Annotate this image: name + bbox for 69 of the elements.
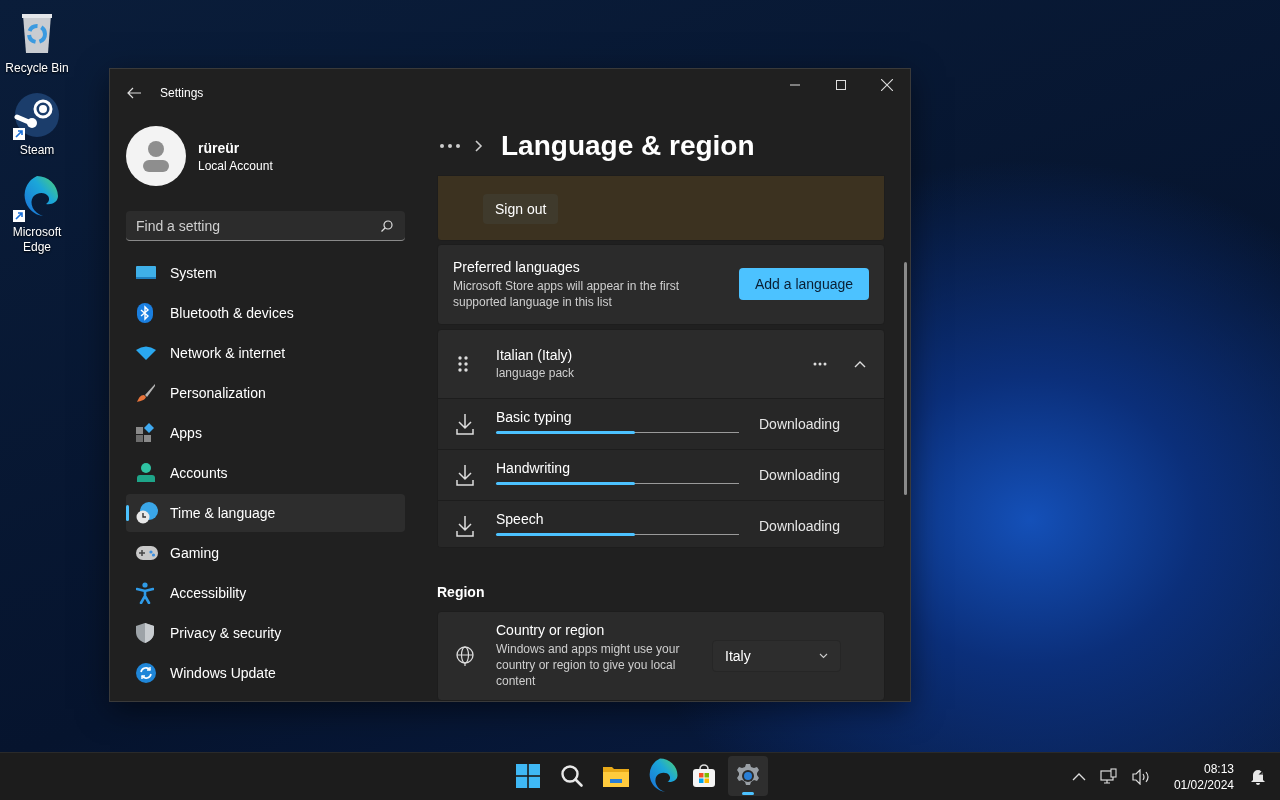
maximize-icon — [836, 80, 846, 90]
update-icon — [136, 663, 156, 683]
search-icon — [560, 764, 584, 788]
apps-icon — [136, 423, 156, 443]
close-icon — [881, 79, 893, 91]
status-text: Downloading — [759, 466, 840, 483]
store-icon — [692, 764, 716, 788]
scrollbar[interactable] — [904, 262, 907, 495]
sidebar-item[interactable]: Accessibility — [126, 574, 405, 612]
account-type: Local Account — [198, 158, 273, 173]
selection-indicator — [126, 505, 129, 521]
sidebar-item[interactable]: Time & language — [126, 494, 405, 532]
avatar — [126, 126, 186, 186]
time-text: 08:13 — [1203, 760, 1234, 777]
sidebar-item[interactable]: Accounts — [126, 454, 405, 492]
back-arrow-icon — [126, 85, 142, 101]
window-title: Settings — [160, 86, 205, 100]
feature-name: Handwriting — [496, 459, 571, 476]
start-icon — [516, 764, 540, 788]
search-icon — [381, 220, 393, 232]
gear-icon — [736, 764, 760, 788]
shield-icon — [136, 623, 154, 643]
volume-icon[interactable] — [1129, 766, 1152, 787]
accessibility-icon — [136, 582, 154, 604]
sidebar-item[interactable]: Network & internet — [126, 334, 405, 372]
sidebar-item[interactable]: Apps — [126, 414, 405, 452]
sidebar-item[interactable]: Privacy & security — [126, 614, 405, 652]
drag-handle-icon[interactable] — [458, 355, 468, 372]
globe-icon — [456, 645, 474, 666]
bluetooth-icon — [136, 303, 154, 323]
language-detail: language pack — [496, 366, 575, 381]
sidebar-item[interactable]: Windows Update — [126, 654, 405, 692]
country-dropdown[interactable]: Italy — [712, 639, 841, 672]
chevron-right-icon — [475, 140, 483, 152]
card-description: Windows and apps might use your country or region to give you local content — [496, 641, 681, 690]
download-icon — [456, 514, 474, 537]
download-icon — [456, 463, 474, 486]
folder-icon — [603, 765, 629, 787]
back-button[interactable] — [126, 85, 142, 101]
feature-name: Basic typing — [496, 408, 573, 425]
status-text: Downloading — [759, 415, 840, 432]
search-field[interactable]: Find a setting — [126, 211, 405, 241]
date-text: 01/02/2024 — [1173, 776, 1234, 793]
download-icon — [456, 412, 474, 435]
active-indicator — [742, 792, 754, 795]
sidebar-item[interactable]: Bluetooth & devices — [126, 294, 405, 332]
card-title: Country or region — [496, 622, 606, 639]
clock[interactable]: 08:13 01/02/2024 — [1173, 760, 1234, 793]
wifi-icon — [136, 346, 156, 360]
status-text: Downloading — [759, 517, 840, 534]
sidebar-item[interactable]: Gaming — [126, 534, 405, 572]
feature-name: Speech — [496, 510, 545, 527]
language-name: Italian (Italy) — [496, 347, 574, 364]
account-name: rüreür — [198, 139, 241, 156]
card-description: Microsoft Store apps will appear in the first supported language in this list — [453, 277, 681, 310]
section-heading: Region — [437, 583, 486, 600]
person-icon — [136, 463, 156, 483]
brush-icon — [136, 383, 156, 403]
page-title: Language & region — [501, 130, 755, 162]
sidebar-item[interactable]: Personalization — [126, 374, 405, 412]
sidebar-item[interactable]: System — [126, 254, 405, 292]
sign-out-button[interactable]: Sign out — [483, 194, 559, 224]
monitor-icon — [136, 265, 156, 281]
steam-icon — [13, 91, 61, 139]
add-language-button[interactable]: Add a language — [739, 268, 869, 301]
gamepad-icon — [136, 545, 158, 561]
card-title: Preferred languages — [453, 258, 581, 275]
chevron-down-icon — [819, 652, 828, 659]
globe-clock-icon — [136, 502, 158, 524]
